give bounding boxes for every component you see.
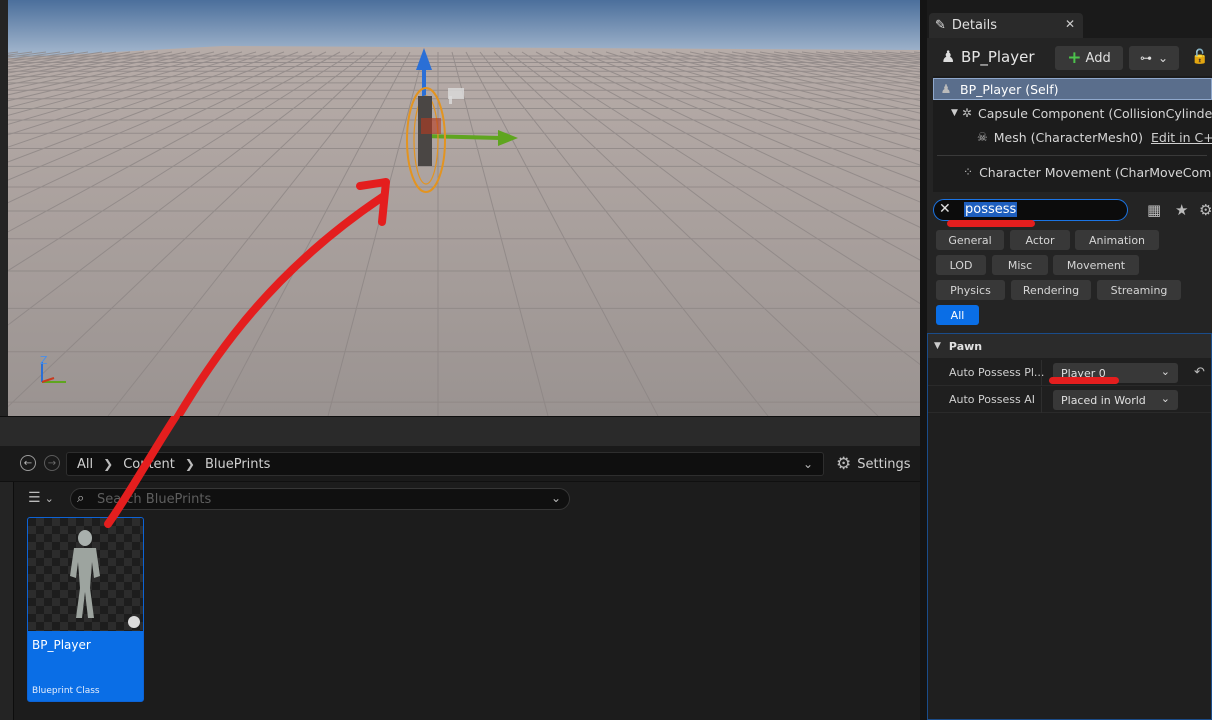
filter-actor[interactable]: Actor <box>1010 230 1070 250</box>
collapse-triangle-icon: ▼ <box>934 341 941 351</box>
add-label: Add <box>1085 50 1111 66</box>
star-icon[interactable]: ★ <box>1175 201 1188 219</box>
tab-details-label: Details <box>951 18 997 33</box>
filter-streaming[interactable]: Streaming <box>1097 280 1181 300</box>
component-capsule-label: Capsule Component (CollisionCylinder) <box>977 105 1212 121</box>
edit-in-cpp-link[interactable]: Edit in C++ <box>1151 130 1212 145</box>
details-search-input[interactable]: ✕ possess <box>933 199 1128 221</box>
filter-misc[interactable]: Misc <box>992 255 1048 275</box>
expand-triangle-icon[interactable]: ▼ <box>951 108 958 118</box>
property-label: Auto Possess AI <box>949 393 1035 406</box>
filter-movement[interactable]: Movement <box>1053 255 1139 275</box>
details-search-value: possess <box>964 202 1018 217</box>
dropdown-value: Placed in World <box>1061 393 1146 407</box>
lock-icon[interactable]: 🔓 <box>1191 49 1208 65</box>
plus-icon: + <box>1067 48 1082 68</box>
auto-possess-ai-dropdown[interactable]: Placed in World ⌄ <box>1053 390 1178 410</box>
skeleton-icon: ☠ <box>977 130 988 144</box>
axis-z-label: Z <box>40 354 48 367</box>
hierarchy-icon: ⊶ <box>1139 51 1152 65</box>
column-splitter[interactable] <box>1041 360 1042 386</box>
filter-physics[interactable]: Physics <box>936 280 1005 300</box>
annotation-arrow-lower <box>104 416 180 528</box>
editor-window: Z ← → All ❯ Content ❯ BluePrints ⌄ ⚙ Set… <box>0 0 1212 720</box>
asset-type: Blueprint Class <box>32 686 100 696</box>
details-panel: ✎ Details ✕ ♟ BP_Player + Add ⊶ ⌄ 🔓 ♟ BP… <box>920 0 1212 720</box>
component-mesh-label: Mesh (CharacterMesh0) <box>993 129 1143 145</box>
filter-all[interactable]: All <box>936 305 979 325</box>
tab-details[interactable]: ✎ Details ✕ <box>929 13 1083 38</box>
component-mesh[interactable]: ☠ Mesh (CharacterMesh0) Edit in C++ <box>933 126 1212 148</box>
component-self[interactable]: ♟ BP_Player (Self) <box>933 78 1212 100</box>
chevron-down-icon: ⌄ <box>1160 365 1170 378</box>
actor-header: ♟ BP_Player + Add ⊶ ⌄ 🔓 <box>927 42 1212 72</box>
close-icon[interactable]: ✕ <box>1065 17 1075 31</box>
actor-name: BP_Player <box>961 48 1035 66</box>
filter-animation[interactable]: Animation <box>1075 230 1159 250</box>
property-auto-possess-ai: Auto Possess AI Placed in World ⌄ <box>928 387 1211 413</box>
pawn-icon: ♟ <box>940 82 952 96</box>
section-pawn[interactable]: ▼ Pawn <box>928 334 1211 358</box>
filter-general[interactable]: General <box>936 230 1004 250</box>
viewport-scene <box>8 0 920 416</box>
add-component-button[interactable]: + Add <box>1055 46 1123 70</box>
asset-name: BP_Player <box>32 638 91 652</box>
capsule-icon: ✲ <box>961 106 972 120</box>
clear-search-icon[interactable]: ✕ <box>939 201 951 217</box>
component-movement-label: Character Movement (CharMoveComp <box>979 164 1212 180</box>
chevron-down-icon: ⌄ <box>1157 51 1169 65</box>
pencil-icon: ✎ <box>935 18 946 33</box>
component-capsule[interactable]: ▼ ✲ Capsule Component (CollisionCylinder… <box>933 102 1212 124</box>
chevron-down-icon: ⌄ <box>1160 392 1170 405</box>
section-pawn-label: Pawn <box>948 339 983 353</box>
property-label: Auto Possess Pl... <box>949 366 1045 379</box>
tree-divider <box>937 155 1207 156</box>
filter-rendering[interactable]: Rendering <box>1011 280 1091 300</box>
column-splitter[interactable] <box>1041 387 1042 413</box>
table-view-icon[interactable]: ▦ <box>1147 201 1161 219</box>
annotation-underline-player <box>1049 377 1119 384</box>
properties-panel: ▼ Pawn Auto Possess Pl... Player 0 ⌄ ↶ A… <box>927 333 1212 720</box>
gear-icon[interactable]: ⚙ <box>1199 201 1212 219</box>
blueprint-options-button[interactable]: ⊶ ⌄ <box>1129 46 1179 70</box>
asset-tile-bp-player[interactable]: BP_Player Blueprint Class <box>27 517 144 702</box>
annotation-underline-search <box>947 220 1035 227</box>
components-tree: ♟ BP_Player (Self) ▼ ✲ Capsule Component… <box>933 76 1212 192</box>
filter-lod[interactable]: LOD <box>936 255 986 275</box>
reset-to-default-icon[interactable]: ↶ <box>1194 365 1205 380</box>
component-movement[interactable]: ⁘ Character Movement (CharMoveComp <box>933 161 1212 183</box>
level-viewport[interactable]: Z <box>0 0 920 416</box>
movement-icon: ⁘ <box>963 165 974 179</box>
details-tab-bar: ✎ Details ✕ <box>927 0 1212 38</box>
component-self-label: BP_Player (Self) <box>960 81 1059 97</box>
pawn-icon: ♟ <box>941 47 956 66</box>
